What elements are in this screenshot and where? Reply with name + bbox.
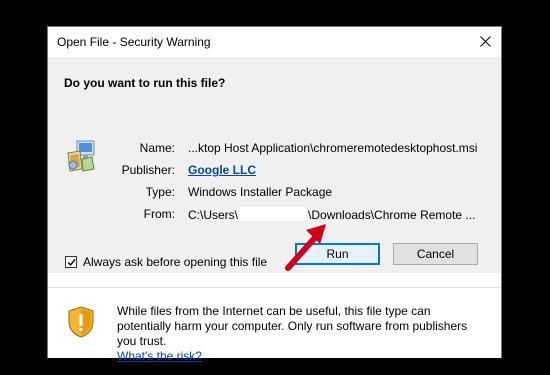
publisher-link[interactable]: Google LLC <box>188 163 256 177</box>
publisher-label: Publisher: <box>121 163 175 177</box>
dialog-title: Open File - Security Warning <box>57 35 211 49</box>
warning-text: While files from the Internet can be use… <box>117 304 468 348</box>
from-label: From: <box>143 207 175 221</box>
security-warning-dialog: Open File - Security Warning Do you want… <box>47 26 502 363</box>
from-path-start: C:\Users\ <box>188 208 239 222</box>
whats-the-risk-link[interactable]: What's the risk? <box>117 349 202 363</box>
warning-message: While files from the Internet can be use… <box>117 304 487 364</box>
always-ask-checkbox[interactable] <box>65 256 77 268</box>
dialog-content: Do you want to run this file? Name: ...k… <box>48 57 501 273</box>
close-button[interactable] <box>471 27 501 57</box>
checkmark-icon <box>67 259 76 267</box>
name-value: ...ktop Host Application\chromeremotedes… <box>188 141 478 155</box>
installer-package-icon <box>67 140 95 172</box>
security-shield-icon <box>68 306 94 338</box>
close-icon <box>480 36 491 47</box>
annotation-arrow-icon <box>285 224 326 271</box>
type-label: Type: <box>145 185 175 199</box>
warning-footer: While files from the Internet can be use… <box>48 288 501 363</box>
title-bar: Open File - Security Warning <box>48 27 501 57</box>
type-value: Windows Installer Package <box>188 185 333 199</box>
cancel-button[interactable]: Cancel <box>393 243 478 265</box>
dialog-question: Do you want to run this file? <box>64 76 226 90</box>
name-label: Name: <box>139 141 175 155</box>
always-ask-label[interactable]: Always ask before opening this file <box>83 255 267 269</box>
